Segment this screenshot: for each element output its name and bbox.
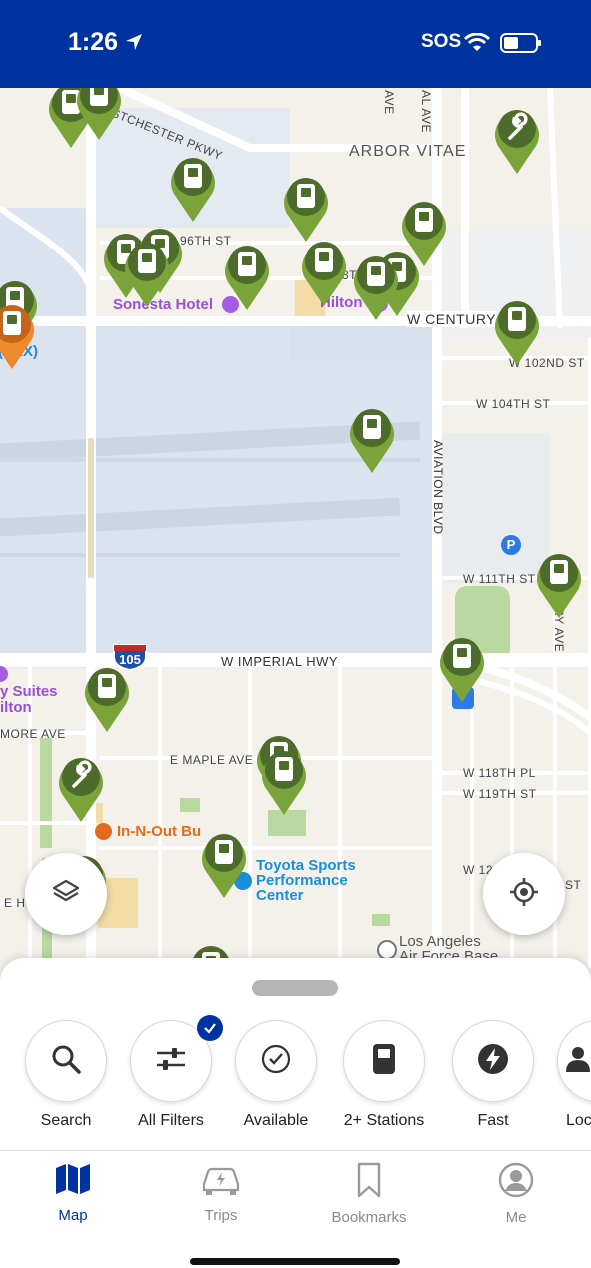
map-layers-button[interactable]	[25, 853, 107, 935]
filter-available[interactable]: Available	[234, 1020, 318, 1130]
tab-label: Trips	[204, 1207, 238, 1224]
filter-stations-circle[interactable]	[343, 1020, 425, 1102]
label-w-imperial-hwy: W IMPERIAL HWY	[221, 654, 339, 669]
tab-label: Bookmarks	[331, 1209, 407, 1226]
people-icon	[563, 1044, 591, 1079]
charger-pin[interactable]	[255, 743, 313, 817]
label-w-119th-st: W 119TH ST	[463, 787, 537, 801]
label-w-104th-st: W 104TH ST	[476, 397, 551, 411]
charger-icon	[370, 1042, 398, 1081]
status-time: 1:26	[68, 28, 119, 56]
filter-label: 2+ Stations	[343, 1112, 425, 1129]
check-circle-icon	[260, 1043, 292, 1080]
charger-pin[interactable]	[118, 235, 176, 309]
search-icon	[50, 1043, 82, 1080]
label-aviation-blvd: AVIATION BLVD	[431, 440, 445, 535]
filter-loc[interactable]: Loc	[556, 1020, 591, 1130]
status-bar: 1:26 SOS	[0, 0, 591, 88]
charger-pin[interactable]	[488, 293, 546, 367]
charger-pin[interactable]	[347, 248, 405, 322]
filter-loc-circle[interactable]	[557, 1020, 591, 1102]
charger-pin[interactable]	[0, 297, 41, 371]
poi-toyota-line3: Center	[256, 887, 304, 904]
filter-fast[interactable]: Fast	[451, 1020, 535, 1130]
tab-label: Map	[58, 1207, 88, 1224]
charger-pin[interactable]	[343, 401, 401, 475]
charger-pin[interactable]	[78, 660, 136, 734]
status-sos: SOS	[421, 31, 462, 52]
filter-label: Available	[243, 1112, 309, 1129]
profile-icon	[498, 1162, 534, 1202]
label-ave-top1: AVE	[382, 90, 396, 115]
poi-suites-line2: ilton	[0, 699, 32, 716]
charger-pin[interactable]	[164, 150, 222, 224]
charger-pin[interactable]	[70, 88, 128, 142]
parking-icon: P	[501, 535, 521, 555]
bottom-sheet: Search All Filters Available 2+ Stations	[0, 958, 591, 1268]
checkmark-badge-icon	[197, 1015, 223, 1041]
charger-pin[interactable]	[218, 238, 276, 312]
label-e-maple-ave: E MAPLE AVE	[170, 753, 254, 767]
charger-pin[interactable]	[530, 546, 588, 620]
map-view[interactable]: WESTCHESTER PKWY ARBOR VITAE 96TH ST 8T …	[0, 88, 591, 968]
label-w-118th-pl: W 118TH PL	[463, 766, 536, 780]
charger-pin[interactable]	[295, 234, 353, 308]
tab-trips[interactable]: Trips	[171, 1162, 271, 1224]
tab-bar-divider	[0, 1150, 591, 1151]
sliders-icon	[154, 1045, 188, 1078]
locate-me-button[interactable]	[483, 853, 565, 935]
tab-label: Me	[505, 1209, 527, 1226]
charger-pin[interactable]	[433, 630, 491, 704]
location-arrow-icon	[124, 32, 144, 57]
filter-label: Fast	[477, 1112, 509, 1129]
filter-label: Loc	[566, 1112, 591, 1129]
layers-icon	[51, 877, 81, 912]
tab-bookmarks[interactable]: Bookmarks	[319, 1162, 419, 1226]
service-pin[interactable]	[488, 102, 546, 176]
filter-2-plus-stations[interactable]: 2+ Stations	[342, 1020, 426, 1130]
locate-icon	[508, 876, 540, 913]
poi-in-n-out[interactable]: In-N-Out Bu	[117, 823, 201, 840]
filter-label: All Filters	[138, 1112, 204, 1129]
lightning-icon	[477, 1043, 509, 1080]
airforce-icon	[377, 940, 397, 960]
map-icon	[54, 1164, 92, 1200]
label-arbor-vitae: ARBOR VITAE	[349, 143, 467, 160]
filter-all-filters[interactable]: All Filters	[129, 1015, 223, 1130]
filter-fast-circle[interactable]	[452, 1020, 534, 1102]
battery-icon	[500, 33, 542, 58]
filter-search[interactable]: Search	[24, 1020, 108, 1130]
wifi-icon	[463, 32, 491, 58]
poi-suites-hilton[interactable]: y Suites ilton	[0, 684, 58, 716]
poi-toyota-sports[interactable]: Toyota Sports Performance Center	[256, 858, 356, 903]
label-more-ave: MORE AVE	[0, 727, 66, 741]
car-icon	[200, 1167, 242, 1200]
tab-me[interactable]: Me	[466, 1162, 566, 1226]
label-st-right: ST	[565, 878, 582, 892]
poi-suites-line1: y Suites	[0, 683, 58, 700]
restaurant-icon	[95, 823, 112, 840]
charger-pin[interactable]	[277, 170, 335, 244]
sheet-drag-handle[interactable]	[252, 980, 338, 996]
home-indicator	[190, 1258, 400, 1265]
label-ave-top2: AL AVE	[419, 90, 433, 134]
filter-available-circle[interactable]	[235, 1020, 317, 1102]
bookmark-icon	[354, 1162, 384, 1202]
filter-label: Search	[40, 1112, 92, 1129]
charger-pin[interactable]	[195, 826, 253, 900]
service-pin[interactable]	[52, 750, 110, 824]
filter-search-circle[interactable]	[25, 1020, 107, 1102]
tab-map[interactable]: Map	[23, 1162, 123, 1224]
filter-all-circle[interactable]	[130, 1015, 223, 1102]
label-w-111th-st: W 111TH ST	[463, 572, 536, 586]
